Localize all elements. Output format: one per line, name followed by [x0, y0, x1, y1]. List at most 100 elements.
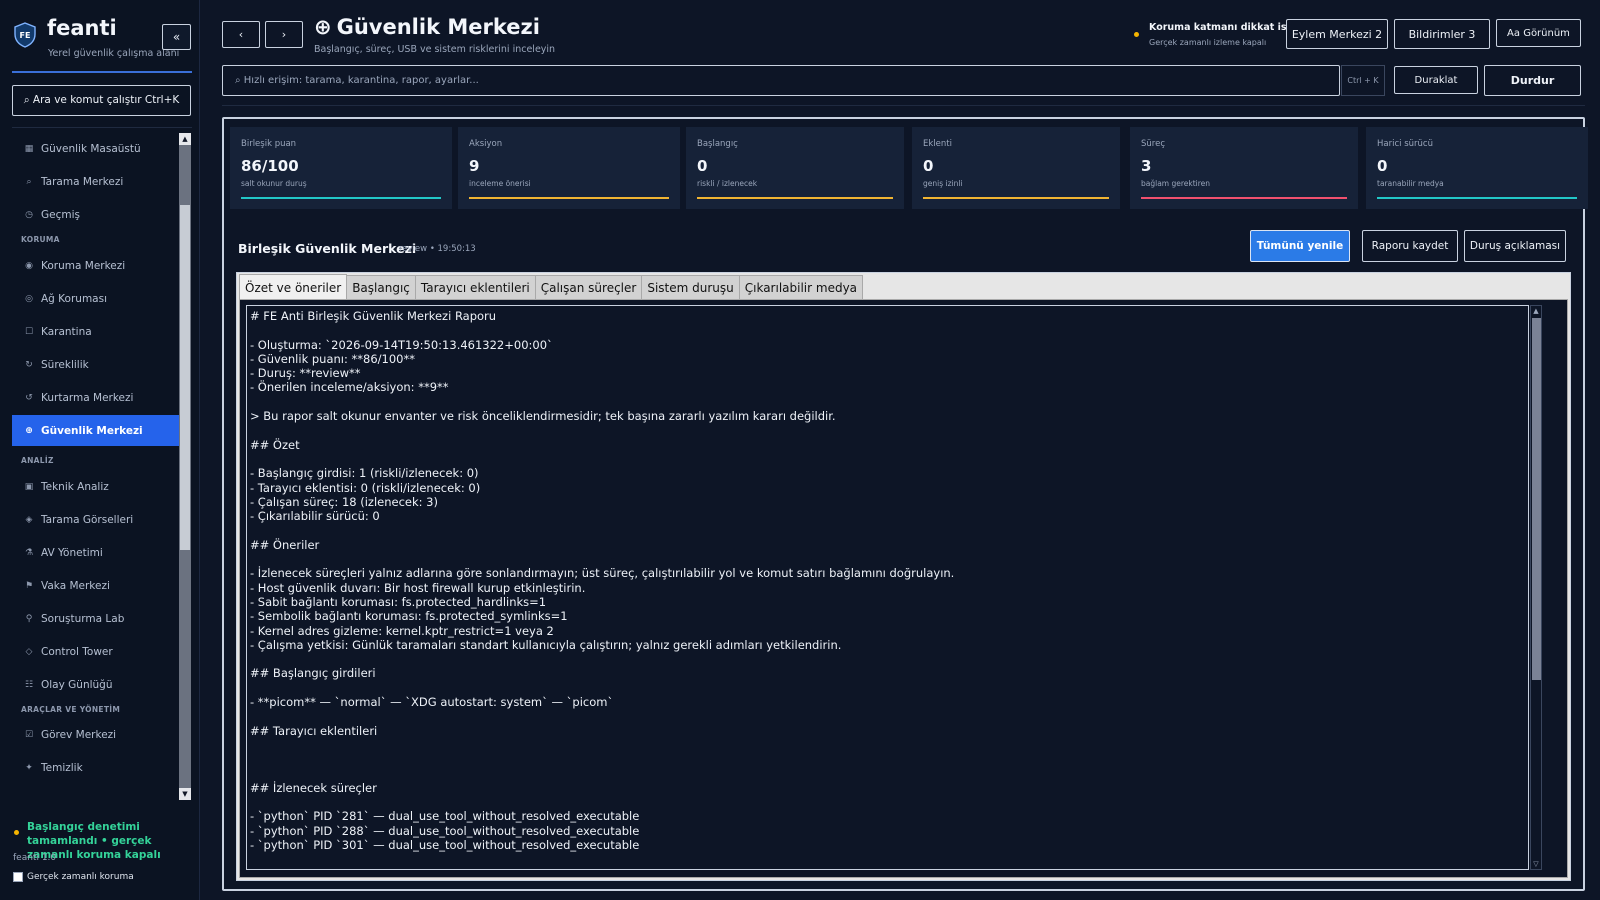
sidebar: FE feanti Yerel güvenlik çalışma alanı «…: [0, 0, 200, 900]
report-line: ## Tarayıcı eklentileri: [250, 723, 378, 738]
kpi-sub: geniş izinli: [923, 179, 963, 188]
stop-button[interactable]: Durdur: [1484, 65, 1581, 96]
save-report-button[interactable]: Raporu kaydet: [1362, 230, 1458, 262]
history-icon: ◷: [25, 209, 33, 220]
tab-startup[interactable]: Başlangıç: [346, 275, 416, 299]
scroll-down-arrow-icon[interactable]: ▽: [1531, 859, 1541, 869]
log-icon: ☷: [24, 679, 34, 690]
back-button[interactable]: ‹: [222, 21, 260, 48]
pause-button[interactable]: Duraklat: [1394, 66, 1478, 94]
sidebar-item-kurtarma-merkezi[interactable]: ↺ Kurtarma Merkezi: [12, 382, 179, 413]
kpi-label: Aksiyon: [469, 139, 503, 149]
sidebar-section-koruma: KORUMA: [21, 235, 60, 244]
sidebar-item-label: Koruma Merkezi: [41, 259, 126, 272]
flag-icon: ⚑: [24, 580, 34, 591]
sidebar-item-label: Olay Günlüğü: [41, 678, 113, 691]
sidebar-item-gecmis[interactable]: ◷ Geçmiş: [12, 199, 179, 230]
collapse-sidebar-button[interactable]: «: [162, 24, 191, 50]
realtime-protection-toggle[interactable]: Gerçek zamanlı koruma: [13, 872, 134, 882]
report-scrollbar[interactable]: ▲ ▽: [1530, 305, 1542, 870]
kpi-card: Başlangıç 0 riskli / izlenecek: [686, 127, 904, 209]
report-line: [250, 681, 1528, 695]
sidebar-scroll-thumb[interactable]: [180, 205, 190, 550]
brand-subtitle: Yerel güvenlik çalışma alanı: [48, 48, 180, 59]
sidebar-section-araclar: ARAÇLAR VE YÖNETİM: [21, 705, 121, 714]
quick-search-placeholder: ⌕ Hızlı erişim: tarama, karantina, rapor…: [235, 75, 479, 86]
kpi-sub: taranabilir medya: [1377, 179, 1444, 188]
report-line: ## Özet: [250, 437, 300, 452]
sidebar-item-label: Vaka Merkezi: [41, 579, 110, 592]
security-center-icon: ⊕: [314, 15, 332, 39]
tab-removable-media[interactable]: Çıkarılabilir medya: [738, 275, 864, 299]
report-scroll-thumb[interactable]: [1532, 318, 1541, 680]
sidebar-item-olay-gunlugu[interactable]: ☷ Olay Günlüğü: [12, 669, 179, 700]
sidebar-item-tarama-gorselleri[interactable]: ◈ Tarama Görselleri: [12, 504, 179, 535]
report-line: - Sembolik bağlantı koruması: fs.protect…: [250, 609, 568, 624]
action-center-button[interactable]: Eylem Merkezi 2: [1286, 19, 1388, 49]
report-line: [250, 523, 1528, 537]
realtime-checkbox[interactable]: [13, 872, 23, 882]
kpi-value: 0: [1377, 157, 1388, 175]
scroll-up-arrow-icon[interactable]: ▲: [179, 133, 191, 145]
sidebar-item-label: Görev Merkezi: [41, 728, 117, 741]
posture-explain-button[interactable]: Duruş açıklaması: [1464, 230, 1566, 262]
forward-button[interactable]: ›: [265, 21, 303, 48]
report-line: > Bu rapor salt okunur envanter ve risk …: [250, 409, 836, 424]
kpi-card: Birleşik puan 86/100 salt okunur duruş: [230, 127, 452, 209]
sidebar-item-guvenlik-masaustu[interactable]: ▦ Güvenlik Masaüstü: [12, 133, 179, 164]
sidebar-item-koruma-merkezi[interactable]: ◉ Koruma Merkezi: [12, 250, 179, 281]
sidebar-scrollbar[interactable]: ▲ ▼: [179, 133, 191, 800]
sidebar-item-control-tower[interactable]: ◇ Control Tower: [12, 636, 179, 667]
report-line: - `python` PID `288` — dual_use_tool_wit…: [250, 823, 640, 838]
sidebar-item-sorusturma-lab[interactable]: ⚲ Soruşturma Lab: [12, 603, 179, 634]
lab-icon: ⚲: [25, 613, 33, 624]
kpi-value: 0: [923, 157, 934, 175]
tab-browser-extensions[interactable]: Tarayıcı eklentileri: [414, 275, 536, 299]
sidebar-item-label: Güvenlik Masaüstü: [41, 142, 141, 155]
sidebar-item-teknik-analiz[interactable]: ▣ Teknik Analiz: [12, 471, 179, 502]
report-line: ## Linux güvenlik duruşu: [250, 867, 1528, 869]
sidebar-item-gorev-merkezi[interactable]: ☑ Görev Merkezi: [12, 719, 179, 750]
sidebar-item-label: Tarama Merkezi: [41, 175, 124, 188]
scroll-down-arrow-icon[interactable]: ▼: [179, 788, 191, 800]
tab-summary[interactable]: Özet ve öneriler: [239, 274, 348, 300]
report-text-area[interactable]: # FE Anti Birleşik Güvenlik Merkezi Rapo…: [246, 305, 1529, 870]
sidebar-item-label: Geçmiş: [41, 208, 80, 221]
sidebar-item-tarama-merkezi[interactable]: ⌕ Tarama Merkezi: [12, 166, 179, 197]
sidebar-item-guvenlik-merkezi[interactable]: ⊕ Güvenlik Merkezi: [12, 415, 179, 446]
section-meta: review • 19:50:13: [399, 244, 476, 254]
report-line: [250, 423, 1528, 437]
sidebar-item-karantina[interactable]: ☐ Karantina: [12, 316, 179, 347]
svg-text:FE: FE: [20, 31, 31, 40]
sidebar-item-av-yonetimi[interactable]: ⚗ AV Yönetimi: [12, 537, 179, 568]
kpi-sub: salt okunur duruş: [241, 179, 307, 188]
report-line: ## İzlenecek süreçler: [250, 780, 377, 795]
sidebar-item-label: Temizlik: [41, 761, 83, 774]
tower-icon: ◇: [25, 646, 33, 657]
notifications-button[interactable]: Bildirimler 3: [1394, 19, 1490, 49]
quick-search-input[interactable]: ⌕ Hızlı erişim: tarama, karantina, rapor…: [222, 65, 1340, 96]
sidebar-item-temizlik[interactable]: ✦ Temizlik: [12, 752, 179, 783]
sidebar-item-vaka-merkezi[interactable]: ⚑ Vaka Merkezi: [12, 570, 179, 601]
scroll-up-arrow-icon[interactable]: ▲: [1531, 306, 1541, 316]
command-search-button[interactable]: ⌕ Ara ve komut çalıştır Ctrl+K: [12, 85, 191, 116]
sidebar-item-label: Kurtarma Merkezi: [41, 391, 134, 404]
report-line: [250, 738, 1528, 752]
sidebar-item-sureklilik[interactable]: ↻ Süreklilik: [12, 349, 179, 380]
report-line: ## Öneriler: [250, 537, 320, 552]
sidebar-item-ag-korumasi[interactable]: ◎ Ağ Koruması: [12, 283, 179, 314]
report-line: - Host güvenlik duvarı: Bir host firewal…: [250, 580, 586, 595]
realtime-label: Gerçek zamanlı koruma: [27, 872, 134, 882]
report-line: - Oluşturma: `2026-09-14T19:50:13.461322…: [250, 337, 553, 352]
command-search-label: ⌕ Ara ve komut çalıştır Ctrl+K: [23, 94, 180, 106]
kpi-value: 86/100: [241, 157, 299, 175]
report-line: [250, 323, 1528, 337]
page-title-text: Güvenlik Merkezi: [336, 15, 540, 39]
tab-system-posture[interactable]: Sistem duruşu: [641, 275, 740, 299]
kpi-card: Aksiyon 9 inceleme önerisi: [458, 127, 680, 209]
view-button[interactable]: Aa Görünüm: [1496, 19, 1581, 47]
tab-running-processes[interactable]: Çalışan süreçler: [534, 275, 643, 299]
restore-icon: ↺: [25, 392, 33, 403]
tasks-icon: ☑: [24, 729, 34, 740]
refresh-all-button[interactable]: Tümünü yenile: [1250, 230, 1350, 262]
